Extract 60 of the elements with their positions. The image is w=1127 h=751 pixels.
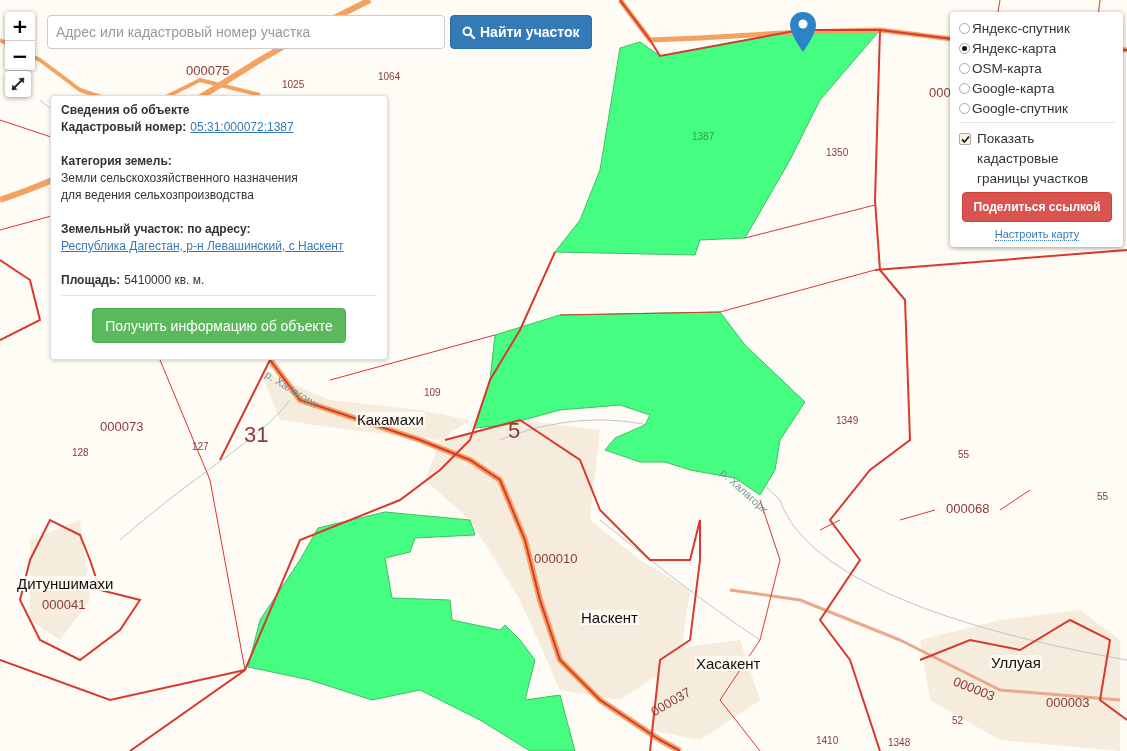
place-name: Наскент bbox=[580, 610, 639, 625]
parcel-number: 000068 bbox=[946, 502, 990, 515]
map-layer-option[interactable]: Google-карта bbox=[972, 80, 1055, 96]
land-category-text: Земли сельскохозяйственного назначения bbox=[61, 170, 299, 187]
cadastral-number-link[interactable]: 05:31:000072:1387 bbox=[190, 119, 294, 136]
parcel-number: 000003 bbox=[1046, 696, 1090, 709]
parcel-number: 000075 bbox=[186, 64, 230, 77]
radio-button[interactable] bbox=[959, 62, 970, 74]
place-name: Уллуая bbox=[990, 655, 1042, 670]
search-field[interactable]: Адрес или кадастровый номер участка bbox=[47, 15, 445, 49]
parcel-number: 1349 bbox=[836, 416, 859, 426]
checkmark-icon bbox=[960, 134, 970, 144]
popup-title: Сведения об объекте bbox=[61, 102, 191, 119]
map-layer-option[interactable]: OSM-карта bbox=[972, 60, 1042, 76]
map-layer-option[interactable]: Google-спутник bbox=[972, 100, 1068, 116]
map-pin-icon[interactable] bbox=[790, 12, 816, 52]
zoom-out-button[interactable]: − bbox=[5, 41, 35, 70]
parcel-number: 55 bbox=[1097, 492, 1109, 502]
parcel-number: 1025 bbox=[282, 80, 305, 90]
parcel-number: 1410 bbox=[816, 736, 839, 746]
field-label: Площадь: bbox=[61, 272, 121, 289]
address-link[interactable]: Республика Дагестан, р-н Левашинский, с Наскент bbox=[61, 239, 344, 253]
field-label: Кадастровый номер: bbox=[61, 119, 187, 136]
parcel-number: 1350 bbox=[826, 148, 849, 158]
parcel-number: 000010 bbox=[534, 552, 578, 565]
field-label: Категория земель: bbox=[61, 153, 173, 170]
radio-button[interactable] bbox=[959, 22, 970, 34]
area-value: 5410000 кв. м. bbox=[124, 272, 205, 289]
parcel-number: 000041 bbox=[42, 598, 86, 611]
parcel-number: 109 bbox=[424, 388, 441, 398]
parcel-number: 128 bbox=[72, 448, 89, 458]
parcel-number: 000 bbox=[929, 86, 951, 99]
map-layer-option[interactable]: Яндекс-карта bbox=[972, 40, 1057, 56]
parcel-number: 1387 bbox=[692, 132, 715, 142]
checkbox[interactable] bbox=[959, 133, 971, 145]
parcel-number: 1064 bbox=[378, 72, 401, 82]
parcel-number: 55 bbox=[958, 450, 970, 460]
parcel-number: 31 bbox=[244, 424, 269, 446]
parcel-number: 127 bbox=[192, 442, 209, 452]
radio-button[interactable] bbox=[959, 82, 970, 94]
expand-arrows-icon bbox=[11, 77, 25, 91]
parcel-number: 1348 bbox=[888, 738, 911, 748]
search-icon bbox=[462, 25, 475, 39]
parcel-number: 000073 bbox=[100, 420, 144, 433]
place-name: Дитуншимахи bbox=[16, 576, 115, 591]
radio-button[interactable] bbox=[959, 102, 970, 114]
place-name: Хасакент bbox=[695, 656, 762, 671]
parcel-number: 52 bbox=[952, 716, 964, 726]
checkbox-label[interactable]: Показать кадастровые границы участков bbox=[977, 129, 1107, 189]
place-name: Какамахи bbox=[356, 412, 425, 427]
land-category-text: для ведения сельхозпроизводства bbox=[61, 187, 255, 204]
map-layer-option[interactable]: Яндекс-спутник bbox=[972, 20, 1070, 36]
field-label: Земельный участок: по адресу: bbox=[61, 221, 252, 238]
fullscreen-button[interactable] bbox=[5, 71, 31, 97]
share-link-button[interactable]: Поделиться ссылкой bbox=[962, 192, 1112, 222]
zoom-in-button[interactable]: + bbox=[5, 12, 35, 41]
find-parcel-button[interactable]: Найти участок bbox=[450, 15, 592, 49]
radio-button[interactable] bbox=[959, 42, 970, 54]
map-settings-link[interactable]: Настроить карту bbox=[994, 228, 1080, 241]
parcel-number: 5 bbox=[508, 420, 521, 442]
